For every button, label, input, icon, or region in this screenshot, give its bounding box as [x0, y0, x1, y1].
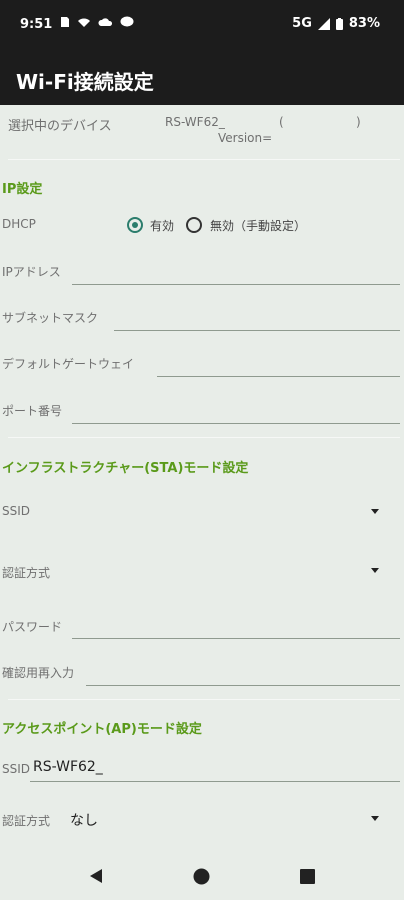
dhcp-disabled-label[interactable]: 無効（手動設定）	[210, 217, 306, 234]
divider	[8, 437, 400, 438]
port-number-input[interactable]	[72, 423, 400, 424]
network-type: 5G	[292, 16, 312, 31]
paren-open: (	[279, 115, 284, 129]
sta-password-input[interactable]	[72, 638, 400, 639]
default-gateway-input[interactable]	[157, 376, 400, 377]
ap-ssid-input[interactable]: RS-WF62_	[33, 759, 103, 775]
battery-icon	[335, 17, 343, 30]
dhcp-label: DHCP	[2, 217, 36, 231]
divider	[8, 699, 400, 700]
device-version: Version=	[218, 131, 273, 145]
home-icon[interactable]	[193, 868, 210, 885]
sta-auth-dropdown-icon[interactable]	[371, 568, 379, 573]
ip-settings-heading: IP設定	[2, 182, 43, 197]
sta-mode-heading: インフラストラクチャー(STA)モード設定	[2, 461, 249, 476]
status-bar: 9:51 5G 83%	[0, 0, 404, 50]
system-status: 5G 83%	[292, 16, 380, 31]
subnet-mask-input[interactable]	[114, 330, 400, 331]
paren-close: )	[356, 115, 361, 129]
sta-confirm-input[interactable]	[86, 685, 400, 686]
port-number-label: ポート番号	[2, 404, 63, 418]
selected-device-label: 選択中のデバイス	[8, 119, 112, 134]
sta-auth-label: 認証方式	[2, 566, 51, 580]
cloud-icon	[98, 18, 113, 26]
chat-icon	[120, 16, 134, 27]
subnet-mask-label: サブネットマスク	[2, 311, 99, 325]
sim-alert-icon	[61, 17, 69, 27]
sta-confirm-label: 確認用再入力	[2, 666, 75, 680]
ap-auth-value[interactable]: なし	[70, 810, 98, 830]
status-time: 9:51	[20, 17, 53, 32]
ap-ssid-underline	[30, 781, 400, 782]
navigation-bar	[0, 850, 404, 900]
ap-mode-heading: アクセスポイント(AP)モード設定	[2, 722, 202, 737]
battery-percent: 83%	[348, 16, 380, 31]
back-icon[interactable]	[88, 868, 104, 884]
dhcp-enabled-radio[interactable]	[127, 217, 143, 233]
dhcp-disabled-radio[interactable]	[186, 217, 202, 233]
default-gateway-label: デフォルトゲートウェイ	[2, 357, 135, 371]
app-bar: Wi-Fi接続設定	[0, 50, 404, 105]
ap-auth-label: 認証方式	[2, 814, 51, 828]
device-name: RS-WF62_	[165, 115, 225, 129]
notification-icons	[60, 16, 134, 28]
signal-icon	[317, 17, 330, 30]
sta-ssid-dropdown-icon[interactable]	[371, 509, 379, 514]
ap-auth-dropdown-icon[interactable]	[371, 816, 379, 821]
ip-address-input[interactable]	[72, 284, 400, 285]
recents-icon[interactable]	[300, 869, 315, 884]
page-title: Wi-Fi接続設定	[16, 70, 154, 94]
divider	[8, 159, 400, 160]
ap-ssid-label: SSID	[2, 762, 31, 776]
wifi-icon	[78, 18, 90, 27]
ip-address-label: IPアドレス	[2, 265, 61, 279]
sta-password-label: パスワード	[2, 620, 63, 634]
sta-ssid-label: SSID	[2, 504, 31, 518]
dhcp-enabled-label[interactable]: 有効	[150, 217, 174, 234]
